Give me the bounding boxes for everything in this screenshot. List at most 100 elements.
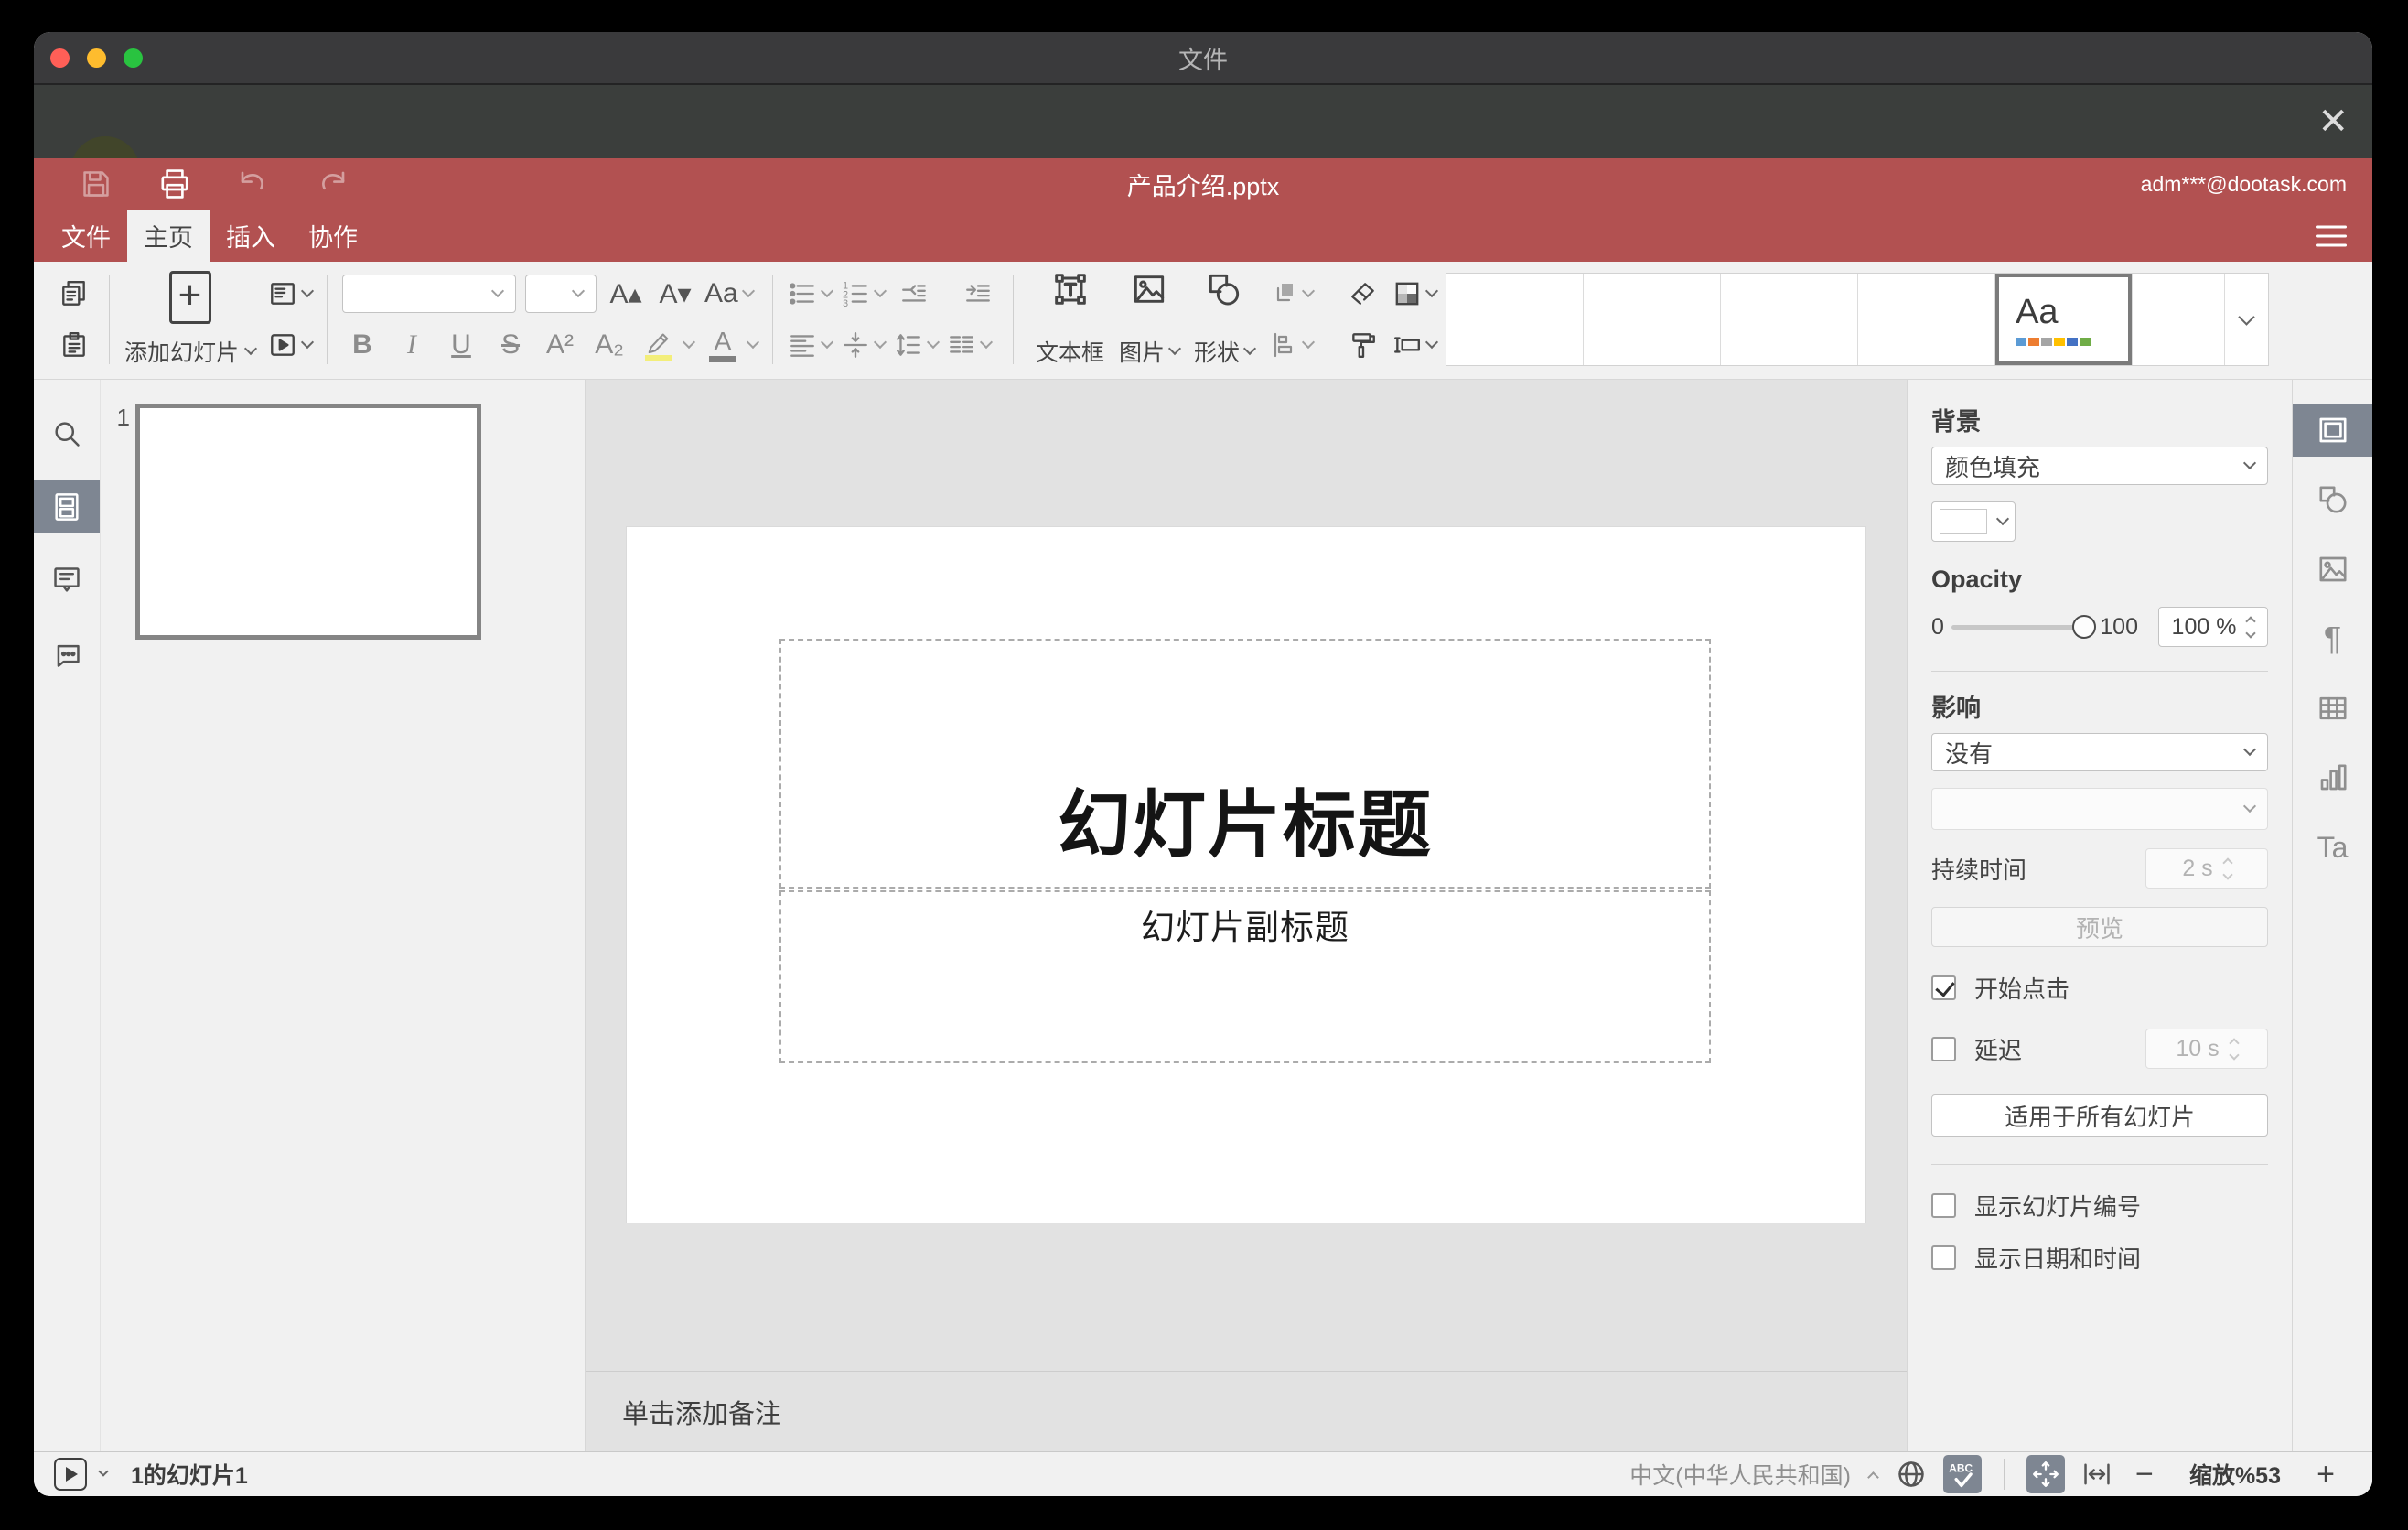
horizontal-align-button[interactable] (788, 322, 834, 368)
start-on-click-checkbox[interactable] (1931, 975, 1956, 1000)
editor-center: 幻灯片标题 幻灯片副标题 单击添加备注 (586, 380, 1907, 1451)
fill-type-select[interactable]: 颜色填充 (1931, 447, 2268, 485)
delay-row: 延迟 10 s (1931, 1029, 2268, 1069)
comments-button[interactable] (34, 554, 100, 607)
start-slideshow-button[interactable] (268, 322, 315, 368)
shape-label: 形状 (1194, 340, 1241, 366)
zoom-in-button[interactable]: + (2310, 1457, 2341, 1492)
decrease-font-button[interactable]: A▾ (655, 271, 695, 317)
subscript-button[interactable]: A₂ (589, 329, 629, 361)
paste-button[interactable] (54, 322, 94, 368)
underline-button[interactable]: U (441, 329, 481, 361)
strikethrough-button[interactable]: S (490, 329, 531, 361)
opacity-slider[interactable] (1951, 615, 2097, 639)
theme-item[interactable] (1446, 274, 1585, 365)
show-date-time-checkbox[interactable] (1931, 1245, 1956, 1270)
slide-size-button[interactable] (1392, 322, 1439, 368)
menu-icon[interactable] (2316, 219, 2347, 253)
add-slide-button[interactable]: + 添加幻灯片 (124, 271, 258, 368)
slide-number: 1 (116, 404, 130, 431)
color-scheme-button[interactable] (1392, 271, 1439, 317)
font-name-select[interactable] (342, 275, 517, 313)
slide-thumbnail[interactable] (135, 404, 481, 640)
chevron-down-icon (1167, 341, 1182, 356)
slider-knob[interactable] (2072, 615, 2097, 639)
vertical-align-icon (844, 332, 867, 358)
zoom-out-button[interactable]: − (2129, 1457, 2160, 1492)
theme-item[interactable] (1858, 274, 1996, 365)
image-settings-button[interactable] (2293, 543, 2372, 596)
slide-settings-button[interactable] (2293, 404, 2372, 457)
copy-button[interactable] (54, 271, 94, 317)
paragraph-settings-button[interactable]: ¶ (2293, 612, 2372, 665)
text-art-settings-button[interactable]: Ta (2293, 821, 2372, 874)
theme-item[interactable] (1584, 274, 1722, 365)
user-email: adm***@dootask.com (2140, 171, 2347, 196)
superscript-button[interactable]: A² (540, 329, 580, 361)
decrease-indent-button[interactable] (894, 271, 934, 317)
close-icon[interactable]: ✕ (2317, 103, 2349, 140)
subtitle-placeholder[interactable]: 幻灯片副标题 (779, 890, 1711, 1063)
arrange-shape-button[interactable] (1271, 271, 1316, 317)
document-title: 产品介绍.pptx (1126, 172, 1280, 200)
font-size-select[interactable] (525, 275, 597, 313)
table-settings-button[interactable] (2293, 682, 2372, 735)
insert-shape-button[interactable]: 形状 (1187, 271, 1262, 368)
chevron-down-icon[interactable] (98, 1466, 109, 1477)
align-shape-button[interactable] (1271, 322, 1316, 368)
apply-to-all-button[interactable]: 适用于所有幻灯片 (1931, 1094, 2268, 1137)
effect-select[interactable]: 没有 (1931, 733, 2268, 771)
delay-checkbox[interactable] (1931, 1036, 1956, 1061)
theme-item[interactable] (2133, 274, 2225, 365)
theme-gallery-expand-button[interactable] (2224, 274, 2268, 365)
notes-area[interactable]: 单击添加备注 (586, 1371, 1907, 1451)
language-selector[interactable]: 中文(中华人民共和国) (1629, 1458, 1851, 1491)
chart-settings-button[interactable] (2293, 751, 2372, 804)
search-button[interactable] (34, 407, 100, 460)
slide-page[interactable]: 幻灯片标题 幻灯片副标题 (626, 526, 1866, 1223)
slide-subtitle-text: 幻灯片副标题 (1141, 909, 1349, 946)
tab-insert[interactable]: 插入 (210, 210, 292, 262)
eraser-button[interactable] (1343, 271, 1383, 317)
columns-button[interactable] (947, 322, 994, 368)
paint-roller-icon (1352, 333, 1375, 358)
tab-home[interactable]: 主页 (127, 210, 210, 262)
change-case-button[interactable]: Aa (704, 271, 755, 317)
insert-textbox-button[interactable]: 文本框 (1028, 271, 1112, 368)
fill-color-picker[interactable] (1931, 501, 2016, 542)
title-placeholder[interactable]: 幻灯片标题 (779, 639, 1711, 889)
line-spacing-button[interactable] (894, 322, 941, 368)
slide-layout-button[interactable] (268, 271, 315, 317)
slide-layout-icon (271, 283, 295, 305)
bullet-list-button[interactable] (788, 271, 834, 317)
vertical-align-button[interactable] (841, 322, 887, 368)
opacity-spinner[interactable]: 100 % (2158, 607, 2268, 647)
start-slideshow-status-button[interactable] (54, 1458, 87, 1491)
spinner-arrows-icon[interactable] (2245, 615, 2257, 639)
insert-image-button[interactable]: 图片 (1112, 271, 1187, 368)
fit-width-button[interactable] (2078, 1455, 2116, 1493)
theme-item[interactable] (1721, 274, 1859, 365)
tab-collaboration[interactable]: 协作 (292, 210, 374, 262)
numbered-list-button[interactable]: 1 2 3 (841, 271, 887, 317)
increase-font-button[interactable]: A▴ (606, 271, 646, 317)
tab-file[interactable]: 文件 (45, 210, 127, 262)
show-slide-number-checkbox[interactable] (1931, 1193, 1956, 1218)
highlight-color-button[interactable] (639, 322, 696, 368)
slides-panel-button[interactable] (34, 480, 100, 533)
theme-item-selected[interactable]: Aa (1995, 274, 2134, 365)
fit-slide-button[interactable] (2026, 1455, 2065, 1493)
font-color-button[interactable]: A (703, 322, 760, 368)
copy-style-button[interactable] (1343, 322, 1383, 368)
bold-button[interactable]: B (342, 329, 382, 361)
spellcheck-button[interactable]: ABC (1942, 1455, 1982, 1493)
increase-indent-button[interactable] (958, 271, 998, 317)
document-language-button[interactable] (1892, 1455, 1930, 1493)
chevron-down-icon (300, 335, 315, 350)
shape-settings-button[interactable] (2293, 473, 2372, 526)
opacity-control: 0 100 100 % (1931, 607, 2268, 647)
italic-button[interactable]: I (392, 329, 432, 361)
chat-button[interactable] (34, 627, 100, 680)
show-date-time-row: 显示日期和时间 (1931, 1241, 2268, 1275)
slide-canvas[interactable]: 幻灯片标题 幻灯片副标题 (586, 380, 1907, 1371)
